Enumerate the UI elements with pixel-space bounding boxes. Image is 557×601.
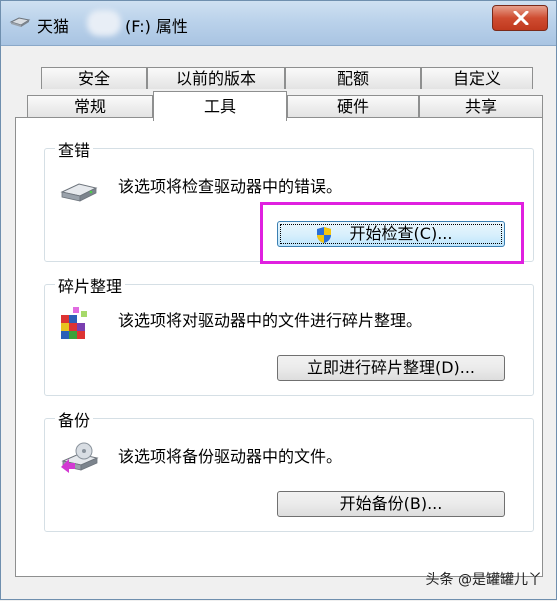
error-check-description: 该选项将检查驱动器中的错误。 [118,177,343,196]
window-title-suffix: (F:) 属性 [125,17,188,36]
tab-customize[interactable]: 自定义 [421,67,533,89]
backup-icon [61,442,99,473]
highlight-box [260,202,524,264]
drive-icon [60,183,98,202]
tab-tools[interactable]: 工具 [153,91,287,121]
tab-hardware[interactable]: 硬件 [287,95,419,117]
tools-panel: 查错 该选项将检查驱动器中的错误。 开始检查(C)... 碎片整理 该选项将对驱… [15,117,543,577]
tab-general[interactable]: 常规 [27,95,153,117]
tab-row-back: 安全 以前的版本 配额 自定义 [15,67,543,89]
tab-row-front: 常规 工具 硬件 共享 [15,91,543,121]
defrag-description: 该选项将对驱动器中的文件进行碎片整理。 [118,311,423,330]
defrag-icon [61,307,87,339]
watermark: 头条 @是罐罐儿丫 [425,572,542,588]
tab-quota[interactable]: 配额 [285,67,421,89]
defrag-now-button[interactable]: 立即进行碎片整理(D)... [277,355,505,381]
backup-label: 备份 [55,407,94,431]
window-title-prefix: 天猫 [37,17,70,36]
backup-group: 备份 该选项将备份驱动器中的文件。 开始备份(B)... [44,407,534,532]
tab-sharing[interactable]: 共享 [419,95,543,117]
title-bar[interactable]: 天猫 (F:) 属性 [1,1,556,46]
error-check-label: 查错 [55,137,94,161]
defrag-label: 碎片整理 [55,273,126,297]
close-button[interactable] [492,5,548,31]
start-backup-button[interactable]: 开始备份(B)... [277,491,505,517]
properties-window: 天猫 (F:) 属性 安全 以前的版本 配额 自定义 常规 工具 硬件 共享 查… [0,0,557,600]
tab-previous-versions[interactable]: 以前的版本 [147,67,285,89]
tab-security[interactable]: 安全 [41,67,147,89]
defrag-group: 碎片整理 该选项将对驱动器中的文件进行碎片整理。 立即进行碎片整理(D)... [44,273,534,396]
backup-description: 该选项将备份驱动器中的文件。 [118,447,343,466]
blurred-name [87,10,121,36]
drive-icon [9,17,31,27]
close-icon [513,11,529,25]
